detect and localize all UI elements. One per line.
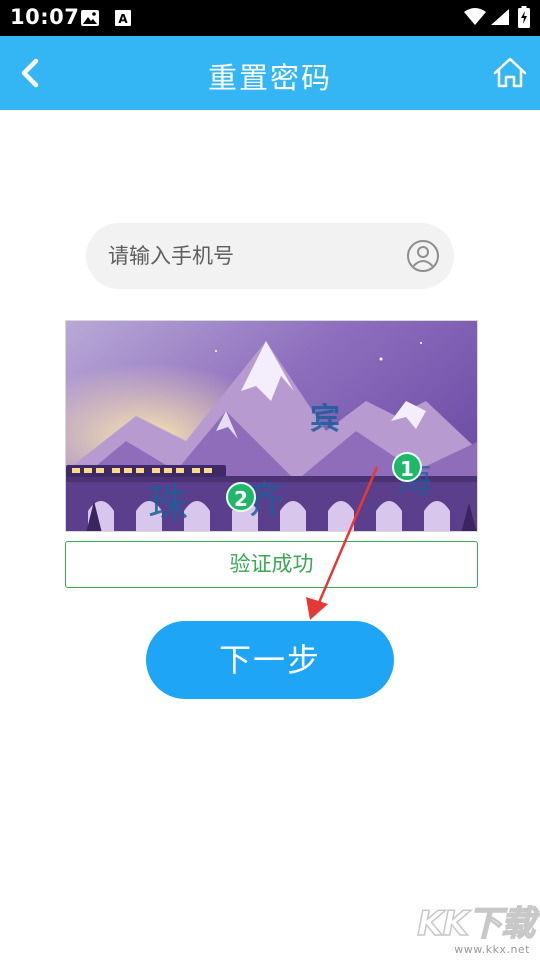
watermark: KK下载 www.kkx.net — [416, 896, 536, 956]
watermark-logo: KK下载 — [417, 903, 536, 945]
phone-input[interactable] — [108, 223, 398, 289]
home-button[interactable] — [486, 49, 534, 97]
back-arrow-icon — [21, 58, 39, 88]
click-marker: 1 — [392, 452, 422, 482]
status-time: 10:07 — [10, 5, 80, 29]
home-icon — [493, 57, 527, 88]
click-marker: 2 — [226, 482, 256, 512]
font-app-icon: A — [114, 9, 132, 31]
signal-icon — [490, 8, 510, 30]
phone-field — [86, 223, 454, 289]
verify-status: 验证成功 — [65, 541, 478, 588]
captcha-character: 宾 — [310, 402, 340, 437]
captcha-image[interactable]: 宾 珠 齐 海 1 2 — [65, 320, 478, 532]
gallery-icon — [80, 9, 100, 31]
captcha-character: 珠 — [148, 481, 188, 527]
user-icon — [406, 239, 440, 273]
battery-icon — [518, 6, 530, 32]
status-bar: 10:07 A — [0, 0, 540, 36]
app-bar: 重置密码 — [0, 36, 540, 110]
back-button[interactable] — [10, 49, 58, 97]
wifi-icon — [464, 8, 486, 30]
page-title: 重置密码 — [207, 61, 332, 95]
watermark-url: www.kkx.net — [454, 943, 530, 956]
svg-text:A: A — [118, 12, 128, 26]
next-step-button[interactable]: 下一步 — [146, 621, 394, 699]
